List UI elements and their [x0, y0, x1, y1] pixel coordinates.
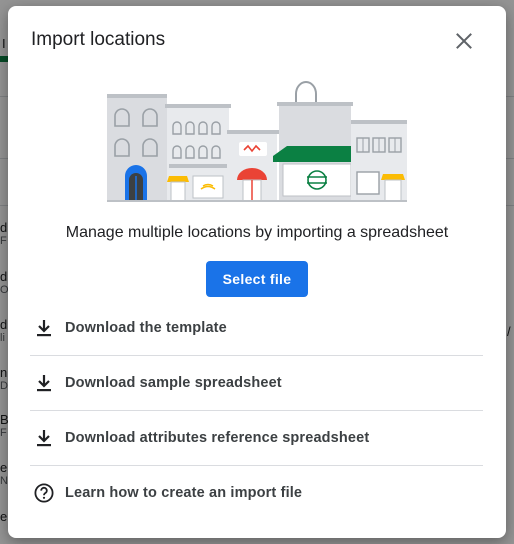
help-circle-icon	[32, 481, 56, 505]
close-button[interactable]	[451, 28, 477, 54]
select-file-button[interactable]: Select file	[206, 261, 308, 297]
download-icon	[32, 426, 56, 450]
download-template-link[interactable]: Download the template	[30, 301, 483, 356]
download-attributes-reference-link[interactable]: Download attributes reference spreadshee…	[30, 411, 483, 466]
download-sample-spreadsheet-link[interactable]: Download sample spreadsheet	[30, 356, 483, 411]
import-locations-dialog: Import locations Manage multiple locatio…	[8, 6, 506, 538]
download-icon	[32, 316, 56, 340]
dialog-subtitle: Manage multiple locations by importing a…	[65, 224, 449, 241]
download-icon	[32, 371, 56, 395]
link-label: Download attributes reference spreadshee…	[65, 430, 370, 446]
link-label: Download the template	[65, 320, 227, 336]
resource-links-list: Download the template Download sample sp…	[30, 301, 483, 520]
storefront-illustration-icon	[107, 81, 407, 202]
close-icon	[456, 33, 472, 49]
learn-import-file-link[interactable]: Learn how to create an import file	[30, 466, 483, 520]
link-label: Download sample spreadsheet	[65, 375, 282, 391]
link-label: Learn how to create an import file	[65, 485, 303, 501]
dialog-title: Import locations	[31, 29, 166, 50]
